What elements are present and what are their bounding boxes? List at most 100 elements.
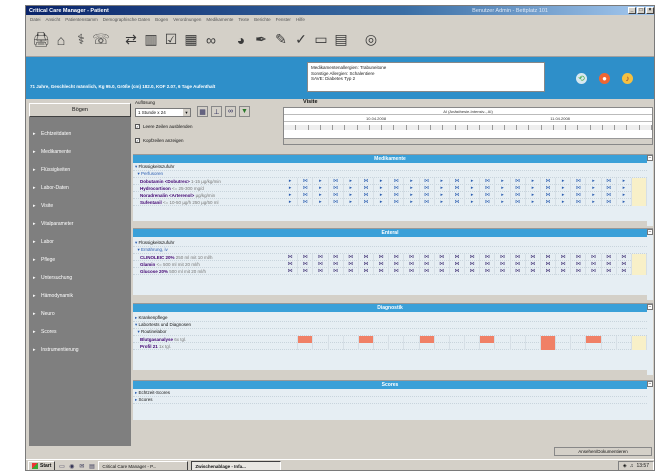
grid-cell[interactable]: ▸ bbox=[344, 184, 359, 192]
view-document-button[interactable]: Ansehen/Dokumentieren bbox=[554, 447, 652, 456]
table-row[interactable]: ▸ Scores bbox=[133, 397, 647, 404]
pen-icon[interactable]: ✒ bbox=[252, 29, 270, 51]
grid-cell[interactable]: ⋈ bbox=[404, 253, 420, 261]
grid-cell[interactable]: ⋈ bbox=[404, 260, 420, 268]
grid-cell[interactable]: ⋈ bbox=[420, 191, 435, 199]
grid-cell[interactable]: ⋈ bbox=[541, 260, 557, 268]
grid-cell[interactable] bbox=[404, 335, 420, 343]
grid-cell[interactable]: ▸ bbox=[435, 177, 450, 185]
sidebar-item-labor-daten[interactable]: ▸ Labor-Daten bbox=[29, 179, 131, 197]
grid-cell[interactable] bbox=[465, 342, 481, 350]
grid-cell[interactable]: ▸ bbox=[617, 184, 632, 192]
grid-cell[interactable]: ⋈ bbox=[602, 267, 617, 275]
grid-cell[interactable] bbox=[480, 342, 496, 350]
grid-cell[interactable]: ⋈ bbox=[571, 177, 587, 185]
grid-cell[interactable]: ⋈ bbox=[511, 260, 526, 268]
grid-cell[interactable] bbox=[511, 335, 526, 343]
grid-cell[interactable]: ⋈ bbox=[617, 253, 632, 261]
sidebar-item-echtzeitdaten[interactable]: ▸ Echtzeitdaten bbox=[29, 125, 131, 143]
grid-cell[interactable]: ▸ bbox=[313, 191, 329, 199]
grid-cell[interactable] bbox=[358, 335, 375, 343]
task-clipboard[interactable]: Zwischenablage - Infa... bbox=[191, 461, 282, 470]
grid-cell[interactable]: ⋈ bbox=[435, 253, 450, 261]
grid-cell[interactable]: ⋈ bbox=[450, 260, 466, 268]
mail-icon[interactable]: ✉ bbox=[78, 463, 85, 470]
grid-cell[interactable]: ⋈ bbox=[571, 267, 587, 275]
grid-cell[interactable] bbox=[631, 335, 648, 343]
grid-cell[interactable]: ▸ bbox=[526, 184, 541, 192]
sidebar-item-visite[interactable]: ▸ Visite bbox=[29, 197, 131, 215]
grid-cell[interactable]: ▸ bbox=[495, 177, 511, 185]
grid-cell[interactable]: ⋈ bbox=[359, 260, 375, 268]
grid-cell[interactable]: ▸ bbox=[374, 177, 390, 185]
grid-cell[interactable]: ▸ bbox=[344, 191, 359, 199]
grid-cell[interactable]: ⋈ bbox=[344, 253, 359, 261]
table-row[interactable]: Sufentanil <= 10-50 µg/h 250 µg/50 ml ▸ ⋈ ▸… bbox=[133, 198, 648, 206]
grid-cell[interactable]: ▸ bbox=[435, 184, 450, 192]
grid-cell[interactable]: ⋈ bbox=[495, 267, 511, 275]
grid-cell[interactable]: ▸ bbox=[374, 198, 390, 206]
grid-cell[interactable]: ⋈ bbox=[344, 267, 359, 275]
grid-cell[interactable]: ⋈ bbox=[480, 184, 496, 192]
grid-cell[interactable]: ⋈ bbox=[465, 260, 481, 268]
grid-cell[interactable] bbox=[329, 335, 344, 343]
table-row[interactable]: ▸ Krankenpflege bbox=[133, 315, 647, 322]
maximize-button[interactable]: □ bbox=[637, 7, 645, 14]
grid-cell[interactable]: ⋈ bbox=[389, 198, 405, 206]
grid-cell[interactable]: ⋈ bbox=[511, 198, 526, 206]
grid-cell[interactable]: ▸ bbox=[526, 177, 541, 185]
grid-cell[interactable]: ⋈ bbox=[420, 198, 435, 206]
menu-item-patientenstamm[interactable]: Patientenstamm bbox=[65, 17, 98, 22]
grid-cell[interactable] bbox=[374, 335, 390, 343]
grid-cell[interactable]: ⋈ bbox=[313, 260, 329, 268]
grid-cell[interactable]: ⋈ bbox=[571, 198, 587, 206]
grid-cell[interactable]: ⋈ bbox=[465, 267, 481, 275]
grid-cell[interactable]: ⋈ bbox=[389, 191, 405, 199]
timeline-scrollbar[interactable] bbox=[284, 138, 652, 144]
grid-cell[interactable]: ⋈ bbox=[374, 253, 390, 261]
grid-cell[interactable]: ⋈ bbox=[602, 253, 617, 261]
grid-cell[interactable]: ⋈ bbox=[556, 267, 572, 275]
grid-cell[interactable]: ⋈ bbox=[389, 260, 405, 268]
grid-cell[interactable]: ⋈ bbox=[420, 260, 435, 268]
grid-cell[interactable] bbox=[556, 335, 572, 343]
grid-cell[interactable] bbox=[526, 335, 541, 343]
sidebar-item-neuro[interactable]: ▸ Neuro bbox=[29, 305, 131, 323]
horizontal-scrollbar[interactable] bbox=[133, 370, 647, 375]
grid-cell[interactable]: ▸ bbox=[556, 177, 572, 185]
grid-cell[interactable] bbox=[283, 335, 299, 343]
grid-cell[interactable]: ⋈ bbox=[298, 198, 314, 206]
grid-cell[interactable] bbox=[631, 191, 648, 199]
grid-cell[interactable]: ▸ bbox=[404, 177, 420, 185]
grid-cell[interactable]: ⋈ bbox=[571, 191, 587, 199]
grid-cell[interactable]: ⋈ bbox=[586, 260, 602, 268]
book-icon[interactable]: ▥ bbox=[142, 29, 160, 51]
grid-cell[interactable]: ⋈ bbox=[511, 191, 526, 199]
grid-cell[interactable]: ⋈ bbox=[602, 191, 617, 199]
close-button[interactable]: × bbox=[646, 7, 654, 14]
grid-cell[interactable]: ⋈ bbox=[480, 198, 496, 206]
collapse-icon[interactable]: − bbox=[647, 381, 653, 387]
checklist-icon[interactable]: ☑ bbox=[162, 29, 180, 51]
grid-cell[interactable]: ⋈ bbox=[526, 260, 541, 268]
grid-cell[interactable] bbox=[631, 184, 648, 192]
collapse-icon[interactable]: − bbox=[647, 229, 653, 235]
menu-item-demographische-daten[interactable]: Demographische Daten bbox=[103, 17, 150, 22]
grid-cell[interactable]: ⋈ bbox=[359, 198, 375, 206]
grid-cell[interactable]: ⋈ bbox=[435, 260, 450, 268]
menu-item-datei[interactable]: Datei bbox=[30, 17, 41, 22]
grid-cell[interactable]: ▸ bbox=[374, 184, 390, 192]
grid-cell[interactable]: ⋈ bbox=[313, 267, 329, 275]
grid-cell[interactable]: ▸ bbox=[617, 198, 632, 206]
grid-cell[interactable]: ⋈ bbox=[556, 253, 572, 261]
document-icon[interactable]: ▤ bbox=[332, 29, 350, 51]
grid-cell[interactable]: ▸ bbox=[556, 184, 572, 192]
grid-cell[interactable]: ⋈ bbox=[420, 177, 435, 185]
grid-cell[interactable]: ⋈ bbox=[511, 177, 526, 185]
grid-cell[interactable] bbox=[526, 342, 541, 350]
grid-cell[interactable]: ▸ bbox=[404, 198, 420, 206]
grid-cell[interactable]: ⋈ bbox=[298, 177, 314, 185]
grid-cell[interactable]: ⋈ bbox=[344, 260, 359, 268]
sidebar-item-medikamente[interactable]: ▸ Medikamente bbox=[29, 143, 131, 161]
monitor-icon[interactable]: ▭ bbox=[312, 29, 330, 51]
